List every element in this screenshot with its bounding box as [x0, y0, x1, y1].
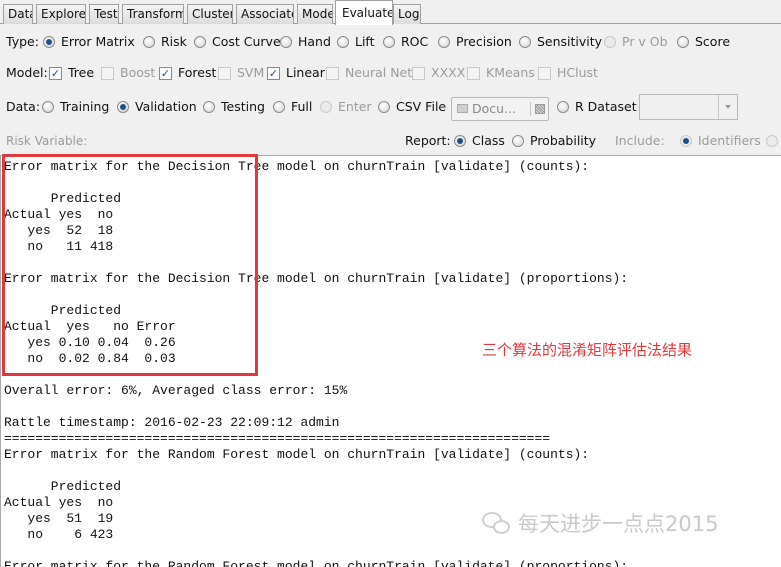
type-pr-v-ob: Pr v Ob — [604, 28, 668, 56]
type-precision[interactable]: Precision — [438, 28, 512, 56]
type-label: Type: — [6, 34, 39, 49]
checkbox-icon — [412, 66, 425, 80]
annotation-text: 三个算法的混淆矩阵评估法结果 — [482, 341, 693, 359]
tab-cluster[interactable]: Cluster — [187, 4, 233, 24]
radio-icon — [604, 36, 616, 48]
checkbox-icon — [101, 66, 114, 80]
radio-icon — [143, 36, 155, 48]
folder-icon — [457, 104, 468, 113]
tab-evaluate[interactable]: Evaluate — [335, 0, 393, 25]
type-risk[interactable]: Risk — [143, 28, 187, 56]
combo-dropdown-button[interactable] — [718, 95, 737, 119]
model-kmeans-checkbox: KMeans — [467, 59, 535, 87]
model-row: Model: ✓ Tree Boost ✓ Forest SVM ✓ Linear N… — [0, 59, 781, 87]
risk-variable-label: Risk Variable: — [6, 134, 88, 148]
type-roc[interactable]: ROC — [383, 28, 428, 56]
report-class[interactable]: Class — [454, 127, 505, 155]
data-testing[interactable]: Testing — [203, 93, 265, 121]
watermark-text: 每天进步一点点2015 — [518, 512, 719, 536]
include-identifiers: Identifiers — [680, 127, 761, 155]
output-textview[interactable]: Error matrix for the Decision Tree model… — [0, 155, 781, 567]
r-dataset-combobox[interactable] — [639, 94, 738, 120]
model-hclust-checkbox: HClust — [538, 59, 598, 87]
radio-icon — [519, 36, 531, 48]
tab-data[interactable]: Data — [3, 4, 33, 24]
radio-icon — [194, 36, 206, 48]
checkbox-icon — [538, 66, 551, 80]
data-validation[interactable]: Validation — [117, 93, 197, 121]
model-linear-checkbox[interactable]: ✓ Linear — [267, 59, 325, 87]
radio-icon — [203, 101, 215, 113]
type-score[interactable]: Score — [677, 28, 730, 56]
tab-bar: Data Explore Test Transform Cluster Asso… — [0, 0, 781, 25]
tab-test[interactable]: Test — [89, 4, 119, 24]
tab-transform[interactable]: Transform — [122, 4, 184, 24]
checkbox-icon — [326, 66, 339, 80]
radio-icon — [454, 135, 466, 147]
data-training[interactable]: Training — [42, 93, 109, 121]
tab-model[interactable]: Model — [297, 4, 333, 24]
model-xxxx-checkbox: XXXX — [412, 59, 465, 87]
type-lift[interactable]: Lift — [337, 28, 375, 56]
model-neural-net-checkbox: Neural Net — [326, 59, 412, 87]
data-label: Data: — [6, 99, 41, 114]
file-icon — [535, 104, 545, 114]
tab-explore[interactable]: Explore — [36, 4, 86, 24]
radio-icon — [43, 36, 55, 48]
file-chooser-button[interactable]: Docu... — [451, 97, 549, 121]
type-cost-curve[interactable]: Cost Curve — [194, 28, 281, 56]
report-label: Report: — [405, 133, 451, 148]
type-sensitivity[interactable]: Sensitivity — [519, 28, 602, 56]
include-extra-radio — [766, 127, 781, 155]
radio-icon — [680, 135, 692, 147]
checkbox-checked-icon: ✓ — [49, 66, 62, 80]
radio-icon — [337, 36, 349, 48]
output-text: Error matrix for the Decision Tree model… — [4, 159, 629, 567]
data-enter: Enter — [320, 93, 372, 121]
model-svm-checkbox: SVM — [218, 59, 264, 87]
model-forest-checkbox[interactable]: ✓ Forest — [159, 59, 216, 87]
checkbox-icon — [467, 66, 480, 80]
radio-icon — [320, 101, 332, 113]
model-boost-checkbox: Boost — [101, 59, 155, 87]
watermark: 每天进步一点点2015 — [482, 508, 718, 538]
radio-icon — [438, 36, 450, 48]
type-hand[interactable]: Hand — [280, 28, 331, 56]
report-probability[interactable]: Probability — [512, 127, 596, 155]
checkbox-checked-icon: ✓ — [267, 66, 280, 80]
radio-icon — [383, 36, 395, 48]
radio-icon — [557, 101, 569, 113]
data-full[interactable]: Full — [273, 93, 312, 121]
radio-icon — [42, 101, 54, 113]
model-label: Model: — [6, 65, 48, 80]
tab-log[interactable]: Log — [393, 4, 421, 24]
radio-icon — [512, 135, 524, 147]
tab-associate[interactable]: Associate — [236, 4, 294, 24]
radio-icon — [766, 135, 778, 147]
file-chooser-label: Docu... — [472, 101, 516, 116]
checkbox-checked-icon: ✓ — [159, 66, 172, 80]
chevron-down-icon — [725, 105, 731, 109]
include-label: Include: — [615, 133, 665, 148]
radio-icon — [117, 101, 129, 113]
separator — [530, 102, 531, 116]
risk-report-row: Risk Variable: Report: Class Probability… — [0, 127, 781, 155]
wechat-icon — [482, 510, 512, 536]
radio-icon — [378, 101, 390, 113]
radio-icon — [280, 36, 292, 48]
type-error-matrix[interactable]: Error Matrix — [43, 28, 135, 56]
model-tree-checkbox[interactable]: ✓ Tree — [49, 59, 94, 87]
checkbox-icon — [218, 66, 231, 80]
data-csv-file[interactable]: CSV File — [378, 93, 446, 121]
radio-icon — [677, 36, 689, 48]
data-r-dataset[interactable]: R Dataset — [557, 93, 637, 121]
type-row: Type: Error Matrix Risk Cost Curve Hand … — [0, 28, 781, 56]
radio-icon — [273, 101, 285, 113]
